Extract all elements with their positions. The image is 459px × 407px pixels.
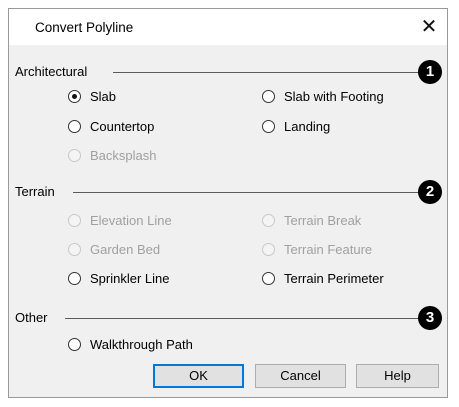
radio-terrain-perimeter-label: Terrain Perimeter — [284, 271, 384, 286]
radio-landing-indicator — [262, 120, 275, 133]
radio-terrain-perimeter[interactable]: Terrain Perimeter — [262, 271, 384, 286]
radio-terrain-break: Terrain Break — [262, 213, 361, 228]
radio-walkthrough-path-indicator — [68, 338, 81, 351]
radio-selected-dot — [72, 94, 77, 99]
radio-slab-indicator — [68, 90, 81, 103]
callout-2-badge: 2 — [418, 180, 442, 204]
terrain-group-divider — [73, 192, 419, 193]
radio-countertop-indicator — [68, 120, 81, 133]
terrain-group-label: Terrain — [15, 184, 55, 199]
cancel-button[interactable]: Cancel — [255, 364, 346, 388]
convert-polyline-dialog: Convert Polyline ✕ Architectural 1 Slab … — [8, 8, 448, 398]
callout-1-badge: 1 — [418, 60, 442, 84]
radio-slab-with-footing-label: Slab with Footing — [284, 89, 384, 104]
radio-elevation-line: Elevation Line — [68, 213, 172, 228]
radio-sprinkler-line[interactable]: Sprinkler Line — [68, 271, 170, 286]
radio-slab-label: Slab — [90, 89, 117, 104]
radio-elevation-line-indicator — [68, 214, 81, 227]
radio-walkthrough-path-label: Walkthrough Path — [90, 337, 193, 352]
radio-backsplash-label: Backsplash — [90, 148, 157, 163]
radio-terrain-perimeter-indicator — [262, 272, 275, 285]
radio-terrain-feature-label: Terrain Feature — [284, 242, 373, 257]
radio-terrain-feature-indicator — [262, 243, 275, 256]
other-group-divider — [65, 318, 419, 319]
radio-terrain-break-indicator — [262, 214, 275, 227]
radio-countertop-label: Countertop — [90, 119, 155, 134]
radio-backsplash-indicator — [68, 149, 81, 162]
radio-elevation-line-label: Elevation Line — [90, 213, 172, 228]
architectural-group-divider — [113, 72, 419, 73]
radio-walkthrough-path[interactable]: Walkthrough Path — [68, 337, 193, 352]
architectural-group-label: Architectural — [15, 64, 88, 79]
radio-terrain-feature: Terrain Feature — [262, 242, 372, 257]
radio-sprinkler-line-label: Sprinkler Line — [90, 271, 170, 286]
radio-garden-bed-label: Garden Bed — [90, 242, 161, 257]
callout-3-badge: 3 — [418, 306, 442, 330]
dialog-title: Convert Polyline — [35, 20, 134, 35]
ok-button[interactable]: OK — [153, 364, 244, 388]
radio-landing[interactable]: Landing — [262, 119, 330, 134]
close-icon[interactable]: ✕ — [413, 11, 445, 43]
radio-sprinkler-line-indicator — [68, 272, 81, 285]
radio-garden-bed-indicator — [68, 243, 81, 256]
other-group-label: Other — [15, 310, 48, 325]
radio-countertop[interactable]: Countertop — [68, 119, 154, 134]
radio-terrain-break-label: Terrain Break — [284, 213, 362, 228]
radio-garden-bed: Garden Bed — [68, 242, 160, 257]
radio-slab-with-footing-indicator — [262, 90, 275, 103]
title-bar: Convert Polyline ✕ — [9, 9, 447, 45]
radio-backsplash: Backsplash — [68, 148, 156, 163]
radio-slab-with-footing[interactable]: Slab with Footing — [262, 89, 384, 104]
help-button[interactable]: Help — [356, 364, 439, 388]
radio-landing-label: Landing — [284, 119, 331, 134]
radio-slab[interactable]: Slab — [68, 89, 116, 104]
